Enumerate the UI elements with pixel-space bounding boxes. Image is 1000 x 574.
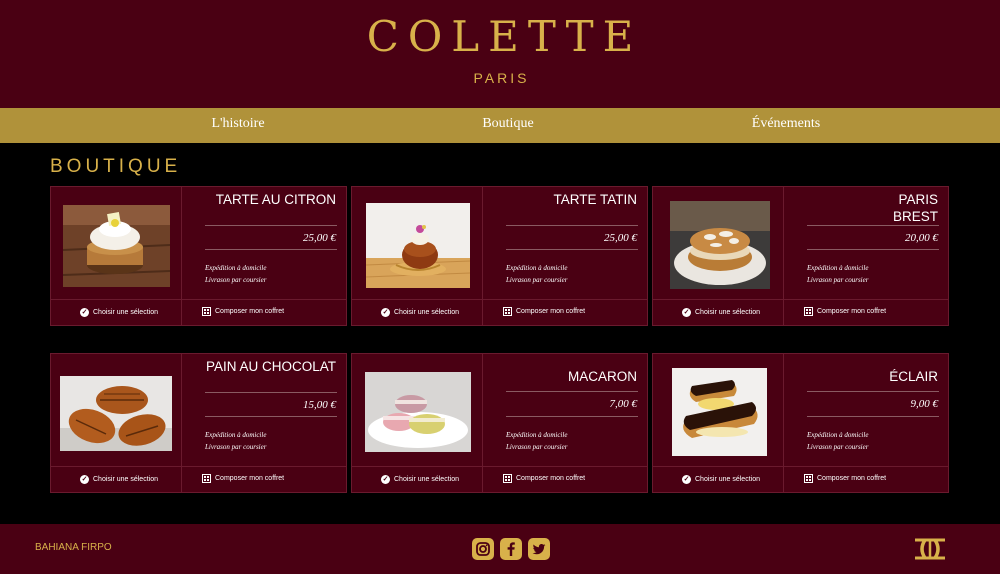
compose-box-label: Composer mon coffret xyxy=(516,474,586,482)
twitter-icon[interactable] xyxy=(528,538,550,560)
check-circle-icon: ✓ xyxy=(80,474,89,484)
product-price: 9,00 € xyxy=(910,398,939,410)
choose-selection-button[interactable]: ✓ Choisir une sélection xyxy=(682,306,760,318)
gift-box-icon xyxy=(804,306,813,316)
product-price: 7,00 € xyxy=(609,398,638,410)
product-name: TARTE AU CITRON xyxy=(215,192,336,207)
product-name: MACARON xyxy=(567,369,637,384)
instagram-icon[interactable] xyxy=(472,538,494,560)
shipping-text: Expédition à domicile xyxy=(205,264,267,272)
brand-logo-text[interactable]: COLETTE xyxy=(0,12,1000,61)
choose-selection-label: Choisir une sélection xyxy=(695,308,760,316)
product-price: 15,00 € xyxy=(303,399,336,411)
choose-selection-label: Choisir une sélection xyxy=(394,308,459,316)
check-circle-icon: ✓ xyxy=(682,474,691,484)
nav-item-histoire[interactable]: L'histoire xyxy=(211,116,264,132)
choose-selection-button[interactable]: ✓ Choisir une sélection xyxy=(381,473,459,485)
check-circle-icon: ✓ xyxy=(80,307,89,317)
main-nav: L'histoire Boutique Événements xyxy=(0,108,1000,143)
product-card: PAIN AU CHOCOLAT 15,00 € Expédition à do… xyxy=(50,353,347,493)
gift-box-icon xyxy=(804,473,813,483)
compose-box-button[interactable]: Composer mon coffret xyxy=(804,472,886,484)
site-header: COLETTE PARIS xyxy=(0,0,1000,108)
choose-selection-button[interactable]: ✓ Choisir une sélection xyxy=(381,306,459,318)
shipping-text: Expédition à domicile xyxy=(205,431,267,439)
shipping-text: Expédition à domicile xyxy=(807,264,869,272)
product-card: ÉCLAIR 9,00 € Expédition à domicile Livr… xyxy=(652,353,949,493)
product-image xyxy=(60,376,172,451)
nav-item-evenements[interactable]: Événements xyxy=(752,116,820,132)
check-circle-icon: ✓ xyxy=(381,307,390,317)
choose-selection-label: Choisir une sélection xyxy=(93,308,158,316)
check-circle-icon: ✓ xyxy=(682,307,691,317)
gift-box-icon xyxy=(202,306,211,316)
compose-box-label: Composer mon coffret xyxy=(817,307,887,315)
product-name: PARIS BREST xyxy=(892,192,938,224)
product-card: TARTE TATIN 25,00 € Expédition à domicil… xyxy=(351,186,648,326)
product-image xyxy=(365,372,471,452)
product-price: 25,00 € xyxy=(604,232,637,244)
product-card: TARTE AU CITRON 25,00 € Expédition à dom… xyxy=(50,186,347,326)
delivery-text: Livrason par coursier xyxy=(506,443,568,451)
product-price: 20,00 € xyxy=(905,232,938,244)
compose-box-button[interactable]: Composer mon coffret xyxy=(202,472,284,484)
compose-box-label: Composer mon coffret xyxy=(215,307,285,315)
delivery-text: Livrason par coursier xyxy=(205,443,267,451)
choose-selection-button[interactable]: ✓ Choisir une sélection xyxy=(80,306,158,318)
shipping-text: Expédition à domicile xyxy=(506,264,568,272)
shipping-text: Expédition à domicile xyxy=(807,431,869,439)
compose-box-label: Composer mon coffret xyxy=(215,474,285,482)
delivery-text: Livrason par coursier xyxy=(205,276,267,284)
site-footer: BAHIANA FIRPO xyxy=(0,524,1000,574)
compose-box-label: Composer mon coffret xyxy=(516,307,586,315)
product-image xyxy=(670,201,770,289)
product-name: TARTE TATIN xyxy=(553,192,637,207)
choose-selection-label: Choisir une sélection xyxy=(394,475,459,483)
facebook-icon[interactable] xyxy=(500,538,522,560)
compose-box-button[interactable]: Composer mon coffret xyxy=(202,305,284,317)
gift-box-icon xyxy=(503,306,512,316)
gift-box-icon xyxy=(202,473,211,483)
choose-selection-label: Choisir une sélection xyxy=(93,475,158,483)
product-name: PAIN AU CHOCOLAT xyxy=(205,359,336,374)
gift-box-icon xyxy=(503,473,512,483)
product-image xyxy=(63,205,170,287)
compose-box-button[interactable]: Composer mon coffret xyxy=(804,305,886,317)
footer-author: BAHIANA FIRPO xyxy=(35,542,112,553)
compose-box-label: Composer mon coffret xyxy=(817,474,887,482)
nav-item-boutique[interactable]: Boutique xyxy=(482,116,533,132)
delivery-text: Livrason par coursier xyxy=(506,276,568,284)
footer-brand-logo[interactable] xyxy=(913,537,947,561)
delivery-text: Livrason par coursier xyxy=(807,276,869,284)
choose-selection-button[interactable]: ✓ Choisir une sélection xyxy=(80,473,158,485)
product-price: 25,00 € xyxy=(303,232,336,244)
choose-selection-label: Choisir une sélection xyxy=(695,475,760,483)
brand-subtitle: PARIS xyxy=(473,70,530,86)
check-circle-icon: ✓ xyxy=(381,474,390,484)
shipping-text: Expédition à domicile xyxy=(506,431,568,439)
compose-box-button[interactable]: Composer mon coffret xyxy=(503,305,585,317)
product-image xyxy=(672,368,767,456)
product-image xyxy=(366,203,470,288)
product-card: PARIS BREST 20,00 € Expédition à domicil… xyxy=(652,186,949,326)
product-name: ÉCLAIR xyxy=(889,369,938,384)
compose-box-button[interactable]: Composer mon coffret xyxy=(503,472,585,484)
product-card: MACARON 7,00 € Expédition à domicile Liv… xyxy=(351,353,648,493)
choose-selection-button[interactable]: ✓ Choisir une sélection xyxy=(682,473,760,485)
delivery-text: Livrason par coursier xyxy=(807,443,869,451)
section-title: BOUTIQUE xyxy=(50,156,182,177)
